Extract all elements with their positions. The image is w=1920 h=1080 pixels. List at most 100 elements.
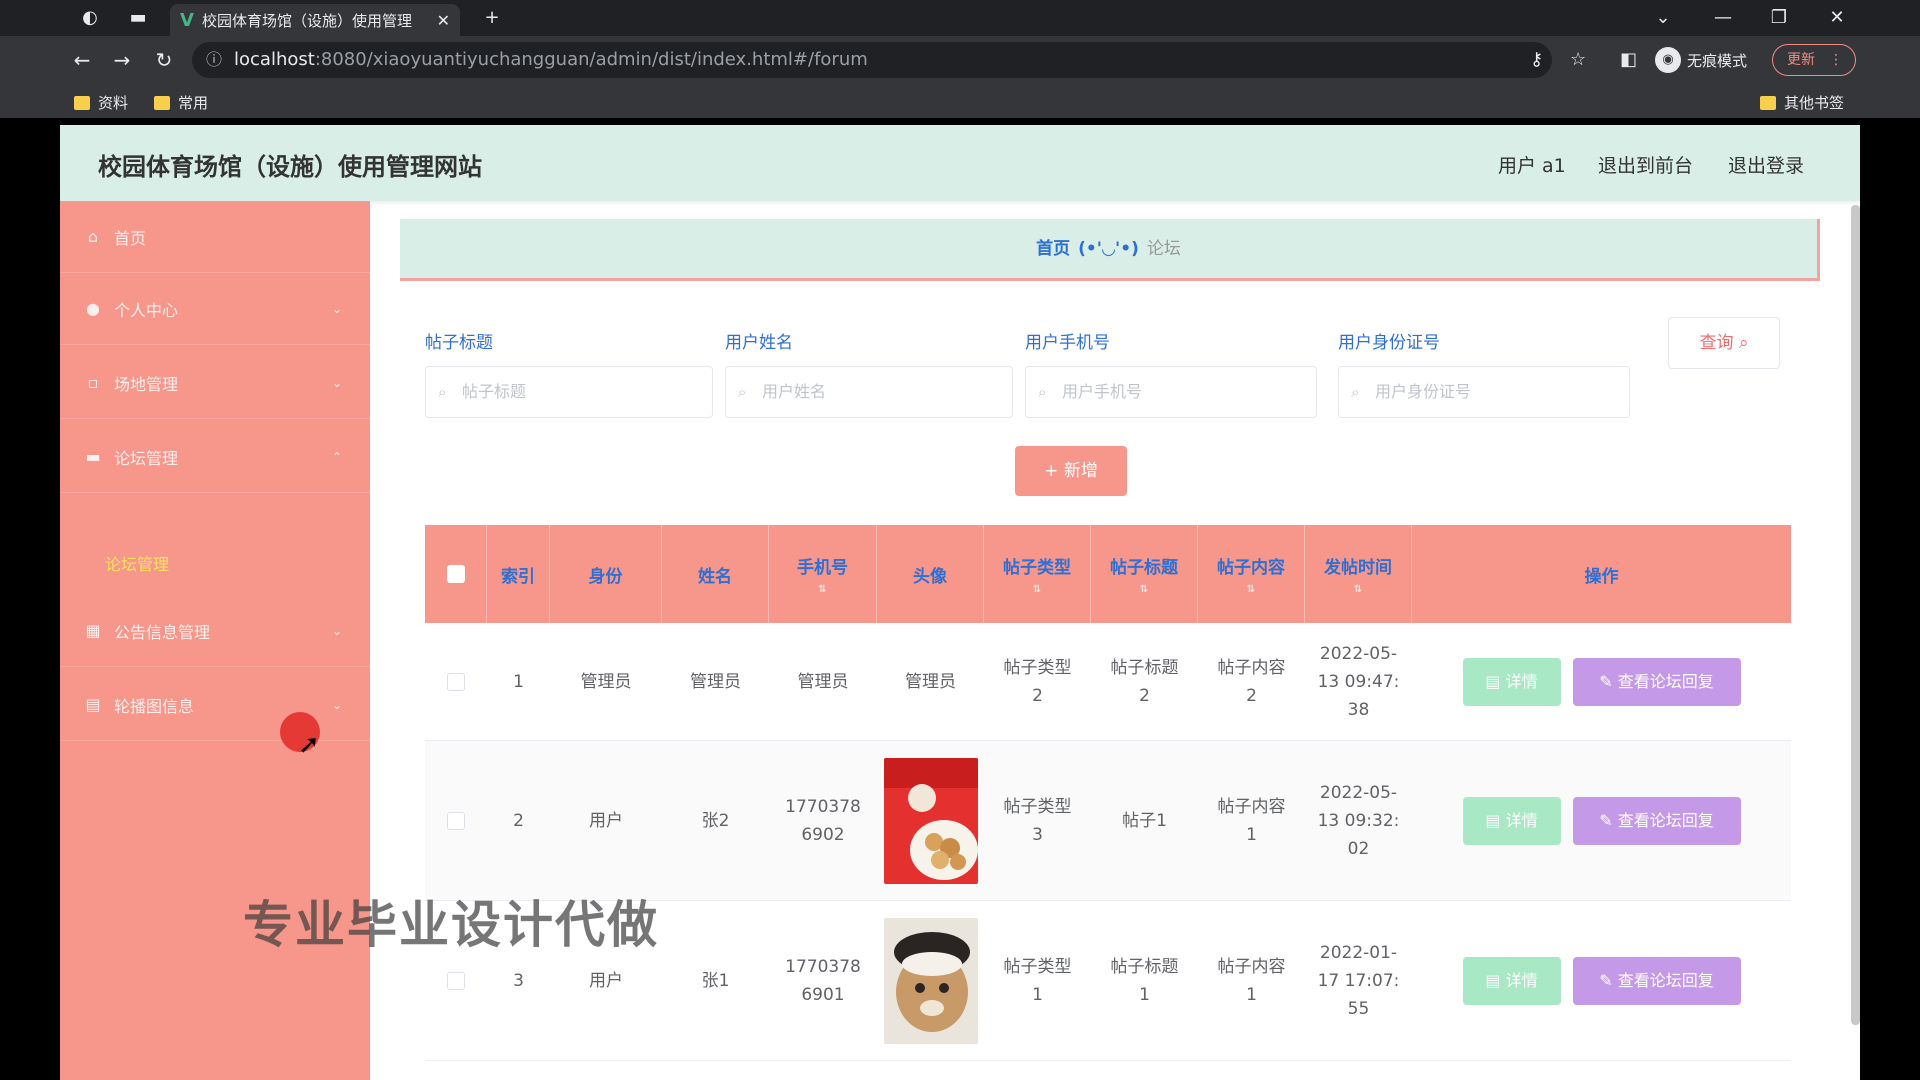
password-key-icon[interactable]: ⚷ <box>1530 42 1543 78</box>
col-header-type[interactable]: 帖子类型 ⇅ <box>984 525 1091 623</box>
col-header-avatar[interactable]: 头像 <box>877 525 984 623</box>
row-checkbox[interactable] <box>447 971 465 990</box>
cell-avatar: 管理员 <box>905 671 956 692</box>
user-icon: ● <box>86 298 100 318</box>
table-row: 2 用户 张2 17703786902 帖子类型3 帖子1 帖子内容1 2022… <box>425 741 1791 901</box>
view-replies-button[interactable]: ✎ 查看论坛回复 <box>1572 657 1741 706</box>
side-panel-icon[interactable]: ◧ <box>1620 42 1637 78</box>
back-icon[interactable]: ← <box>68 46 96 74</box>
tab-search-icon[interactable]: ⌄ <box>1640 0 1686 36</box>
watermark-text: 专业毕业设计代做 <box>243 896 659 954</box>
cell-role: 管理员 <box>580 671 632 692</box>
incognito-indicator[interactable]: ◉ 无痕模式 <box>1655 44 1747 76</box>
user-phone-input[interactable]: ⌕ 用户手机号 <box>1025 366 1317 418</box>
col-header-name[interactable]: 姓名 <box>662 525 769 623</box>
update-button[interactable]: 更新 ⋮ <box>1772 44 1856 76</box>
browser-tab[interactable]: V 校园体育场馆（设施）使用管理 ✕ <box>170 4 460 36</box>
cell-time: 2022-05-13 09:47:38 <box>1317 643 1400 720</box>
col-header-role[interactable]: 身份 <box>550 525 662 623</box>
current-user: 用户 a1 <box>1498 155 1566 177</box>
close-window-icon[interactable]: ✕ <box>1814 0 1860 36</box>
cell-type: 帖子类型1 <box>1003 956 1072 1005</box>
bookmark-star-icon[interactable]: ☆ <box>1570 42 1586 78</box>
detail-button[interactable]: ▤ 详情 <box>1462 796 1561 845</box>
sidebar-item-personal-center[interactable]: ● 个人中心 ⌄ <box>60 273 370 345</box>
other-bookmarks[interactable]: 其他书签 <box>1760 92 1844 113</box>
back-to-front-link[interactable]: 退出到前台 <box>1598 151 1693 178</box>
sidebar-item-home[interactable]: ⌂ 首页 <box>60 201 370 273</box>
folder-icon <box>74 95 90 110</box>
post-title-input[interactable]: ⌕ 帖子标题 <box>425 366 713 418</box>
breadcrumb-current: 论坛 <box>1146 239 1181 259</box>
restore-icon[interactable]: ❐ <box>1756 0 1802 36</box>
row-checkbox[interactable] <box>447 811 465 830</box>
sidebar-item-label: 场地管理 <box>114 374 179 394</box>
row-checkbox[interactable] <box>447 672 465 691</box>
col-header-title[interactable]: 帖子标题 ⇅ <box>1091 525 1198 623</box>
close-tab-icon[interactable]: ✕ <box>437 11 450 30</box>
sidebar-item-carousel[interactable]: ▤ 轮播图信息 ⌄ <box>60 669 370 741</box>
cell-index: 1 <box>513 671 524 692</box>
cell-avatar <box>877 741 984 900</box>
user-idcard-placeholder: 用户身份证号 <box>1375 382 1472 401</box>
user-idcard-input[interactable]: ⌕ 用户身份证号 <box>1338 366 1630 418</box>
view-replies-button[interactable]: ✎ 查看论坛回复 <box>1572 956 1741 1005</box>
new-tab-icon[interactable]: + <box>480 6 504 30</box>
tab-title: 校园体育场馆（设施）使用管理 <box>201 11 412 30</box>
cell-phone: 17703786901 <box>785 956 861 1005</box>
breadcrumb: 首页 (•'◡'•) 论坛 <box>400 219 1820 281</box>
update-label: 更新 <box>1787 52 1815 68</box>
col-header-phone[interactable]: 手机号 ⇅ <box>769 525 877 623</box>
reload-icon[interactable]: ↻ <box>150 46 178 74</box>
minimize-icon[interactable]: — <box>1700 0 1746 36</box>
folder-icon <box>1760 95 1776 110</box>
user-name-placeholder: 用户姓名 <box>762 382 827 401</box>
sidebar-subitem-forum[interactable]: 论坛管理 <box>105 551 169 575</box>
avatar-image-cat <box>883 917 978 1044</box>
breadcrumb-separator: (•'◡'•) <box>1078 239 1139 259</box>
tab-list-icon[interactable]: ▬ <box>126 6 150 30</box>
filter-label-name: 用户姓名 <box>725 333 793 353</box>
venue-icon: ▫ <box>87 372 99 392</box>
sidebar-item-label: 个人中心 <box>114 300 179 320</box>
breadcrumb-home[interactable]: 首页 <box>1036 239 1070 259</box>
sidebar-item-venue[interactable]: ▫ 场地管理 ⌄ <box>60 347 370 419</box>
select-all-header[interactable] <box>425 525 487 623</box>
col-header-content[interactable]: 帖子内容 ⇅ <box>1198 525 1305 623</box>
user-phone-placeholder: 用户手机号 <box>1062 382 1143 401</box>
site-info-icon[interactable]: ⓘ <box>206 42 222 78</box>
detail-button[interactable]: ▤ 详情 <box>1462 956 1561 1005</box>
bookmark-label: 常用 <box>178 94 209 112</box>
detail-button[interactable]: ▤ 详情 <box>1462 657 1561 706</box>
sidebar-item-label: 公告信息管理 <box>114 622 211 642</box>
col-header-time[interactable]: 发帖时间 ⇅ <box>1305 525 1412 623</box>
cell-title: 帖子标题1 <box>1110 956 1179 1005</box>
view-replies-button[interactable]: ✎ 查看论坛回复 <box>1572 796 1741 845</box>
sort-icon: ⇅ <box>1353 584 1363 595</box>
sort-icon: ⇅ <box>1246 584 1256 595</box>
cell-name: 张2 <box>701 810 730 831</box>
forward-icon[interactable]: → <box>108 46 136 74</box>
page-scrollbar[interactable] <box>1851 205 1860 1025</box>
query-button[interactable]: 查询 ⌕ <box>1668 317 1780 369</box>
sidebar-item-forum[interactable]: ▬ 论坛管理 ⌃ <box>60 421 370 493</box>
bookmark-folder[interactable]: 资料 <box>74 92 128 113</box>
bookmarks-bar: 资料 常用 其他书签 <box>0 84 1920 118</box>
incognito-label: 无痕模式 <box>1687 51 1748 70</box>
filter-label-phone: 用户手机号 <box>1025 333 1110 353</box>
select-all-checkbox[interactable] <box>446 565 465 583</box>
add-button[interactable]: + 新增 <box>1015 446 1127 496</box>
sort-icon: ⇅ <box>1032 584 1042 595</box>
logout-link[interactable]: 退出登录 <box>1728 151 1804 178</box>
url-path: :8080/xiaoyuantiyuchangguan/admin/dist/i… <box>314 49 868 70</box>
address-bar[interactable]: ⓘ localhost:8080/xiaoyuantiyuchangguan/a… <box>192 42 1552 78</box>
cell-title: 帖子1 <box>1122 810 1167 831</box>
user-name-input[interactable]: ⌕ 用户姓名 <box>725 366 1013 418</box>
cell-phone: 17703786902 <box>785 796 861 845</box>
sidebar-item-announcements[interactable]: ▦ 公告信息管理 ⌄ <box>60 595 370 667</box>
chevron-down-icon: ⌄ <box>331 697 342 712</box>
bookmark-folder[interactable]: 常用 <box>154 92 208 113</box>
search-icon: ⌕ <box>738 383 747 401</box>
cell-time: 2022-01-17 17:07:55 <box>1317 942 1400 1019</box>
incognito-icon: ◉ <box>1655 47 1681 73</box>
